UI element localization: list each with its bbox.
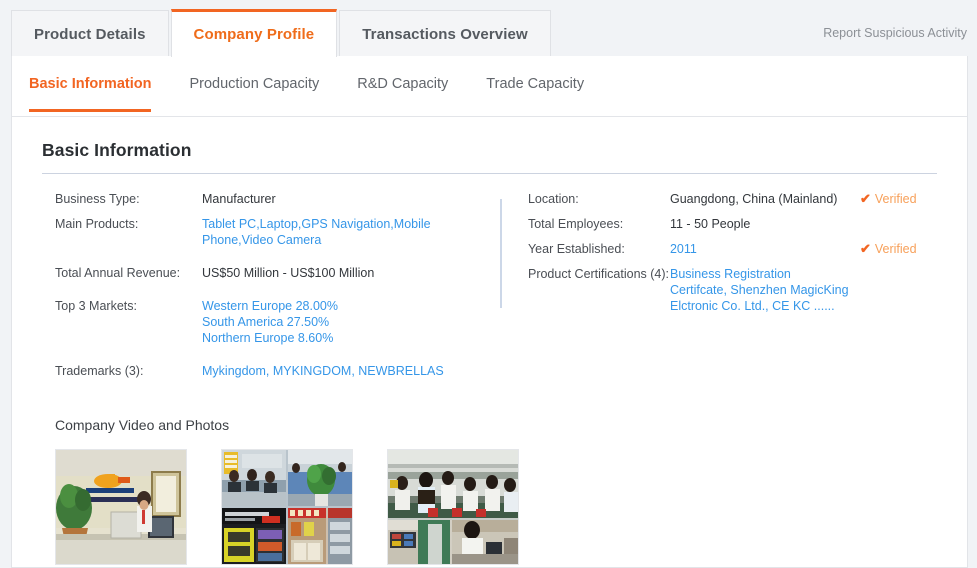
- check-icon: ✔: [859, 191, 871, 206]
- status-badge-verified: ✔ Verified: [860, 191, 917, 207]
- info-label: Location:: [527, 192, 579, 206]
- basic-information-grid: Business Type: Manufacturer Main Product…: [12, 191, 967, 388]
- subtab-production-capacity[interactable]: Production Capacity: [189, 56, 319, 111]
- info-column-left: Business Type: Manufacturer Main Product…: [12, 191, 511, 388]
- info-row-trademarks: Trademarks (3): Mykingdom, MYKINGDOM, NE…: [55, 363, 511, 379]
- info-label: Top 3 Markets:: [55, 299, 137, 313]
- page-title: Basic Information: [42, 140, 192, 160]
- info-value: Guangdong, China (Mainland): [669, 192, 838, 206]
- trademarks-link[interactable]: Mykingdom, MYKINGDOM, NEWBRELLAS: [202, 364, 444, 378]
- info-value: 2011: [670, 241, 850, 257]
- market-link-1[interactable]: Western Europe 28.00%: [202, 298, 455, 314]
- subtab-rd-capacity[interactable]: R&D Capacity: [357, 56, 448, 111]
- subtab-trade-capacity[interactable]: Trade Capacity: [486, 56, 584, 111]
- info-row-product-certifications: Product Certifications (4): Business Reg…: [528, 266, 967, 314]
- info-row-total-annual-revenue: Total Annual Revenue: US$50 Million - US…: [55, 265, 511, 281]
- company-reception-photo[interactable]: [55, 449, 187, 565]
- info-label: Product Certifications (4):: [527, 267, 670, 281]
- company-production-line-photo[interactable]: [387, 449, 519, 565]
- info-row-top-3-markets: Top 3 Markets: Western Europe 28.00% Sou…: [55, 298, 511, 346]
- info-column-right: Location: Guangdong, China (Mainland) ✔ V…: [511, 191, 967, 388]
- company-media-list: [55, 449, 967, 565]
- info-row-year-established: Year Established: 2011 ✔ Verified: [528, 241, 967, 257]
- info-label: Business Type:: [55, 192, 140, 206]
- company-profile-page: Product Details Company Profile Transact…: [0, 0, 977, 568]
- main-products-link[interactable]: Tablet PC,Laptop,GPS Navigation,Mobile P…: [202, 217, 431, 247]
- subtab-basic-information[interactable]: Basic Information: [29, 56, 152, 112]
- info-label: Total Employees:: [527, 217, 624, 231]
- product-certifications-link[interactable]: Business Registration Certifcate, Shenzh…: [670, 267, 849, 313]
- info-label: Trademarks (3):: [55, 364, 144, 378]
- status-badge-verified: ✔ Verified: [860, 241, 917, 257]
- info-value: Business Registration Certifcate, Shenzh…: [670, 266, 850, 314]
- info-row-main-products: Main Products: Tablet PC,Laptop,GPS Navi…: [55, 216, 511, 248]
- year-established-link[interactable]: 2011: [670, 242, 697, 256]
- company-media-title: Company Video and Photos: [55, 417, 230, 433]
- tab-product-details[interactable]: Product Details: [11, 10, 169, 57]
- content-panel: Basic Information Production Capacity R&…: [11, 56, 968, 568]
- info-row-business-type: Business Type: Manufacturer: [55, 191, 511, 207]
- info-label: Year Established:: [527, 242, 625, 256]
- info-label: Main Products:: [55, 217, 139, 231]
- info-value: Mykingdom, MYKINGDOM, NEWBRELLAS: [202, 363, 455, 379]
- info-row-location: Location: Guangdong, China (Mainland) ✔ V…: [528, 191, 967, 207]
- market-link-3[interactable]: Northern Europe 8.60%: [202, 330, 455, 346]
- info-label: Total Annual Revenue:: [55, 266, 181, 280]
- info-value: 11 - 50 People: [669, 217, 751, 231]
- verified-label: Verified: [874, 192, 917, 206]
- main-tab-strip: Product Details Company Profile Transact…: [0, 0, 977, 57]
- tab-transactions-overview[interactable]: Transactions Overview: [339, 10, 551, 57]
- info-value: Western Europe 28.00% South America 27.5…: [202, 298, 455, 346]
- main-tabs: Product Details Company Profile Transact…: [11, 9, 553, 57]
- column-divider: [500, 199, 502, 308]
- tab-company-profile[interactable]: Company Profile: [170, 9, 338, 57]
- info-value: US$50 Million - US$100 Million: [202, 266, 375, 280]
- market-link-2[interactable]: South America 27.50%: [202, 314, 455, 330]
- sub-tab-bar: Basic Information Production Capacity R&…: [12, 56, 967, 117]
- section-header: Basic Information: [42, 140, 937, 174]
- info-row-total-employees: Total Employees: 11 - 50 People: [528, 216, 967, 232]
- info-value: Tablet PC,Laptop,GPS Navigation,Mobile P…: [202, 216, 455, 248]
- verified-label: Verified: [874, 242, 917, 256]
- report-suspicious-activity-link[interactable]: Report Suspicious Activity: [823, 26, 967, 40]
- info-value: Manufacturer: [202, 192, 276, 206]
- company-office-showroom-photo[interactable]: [221, 449, 353, 565]
- check-icon: ✔: [859, 241, 871, 256]
